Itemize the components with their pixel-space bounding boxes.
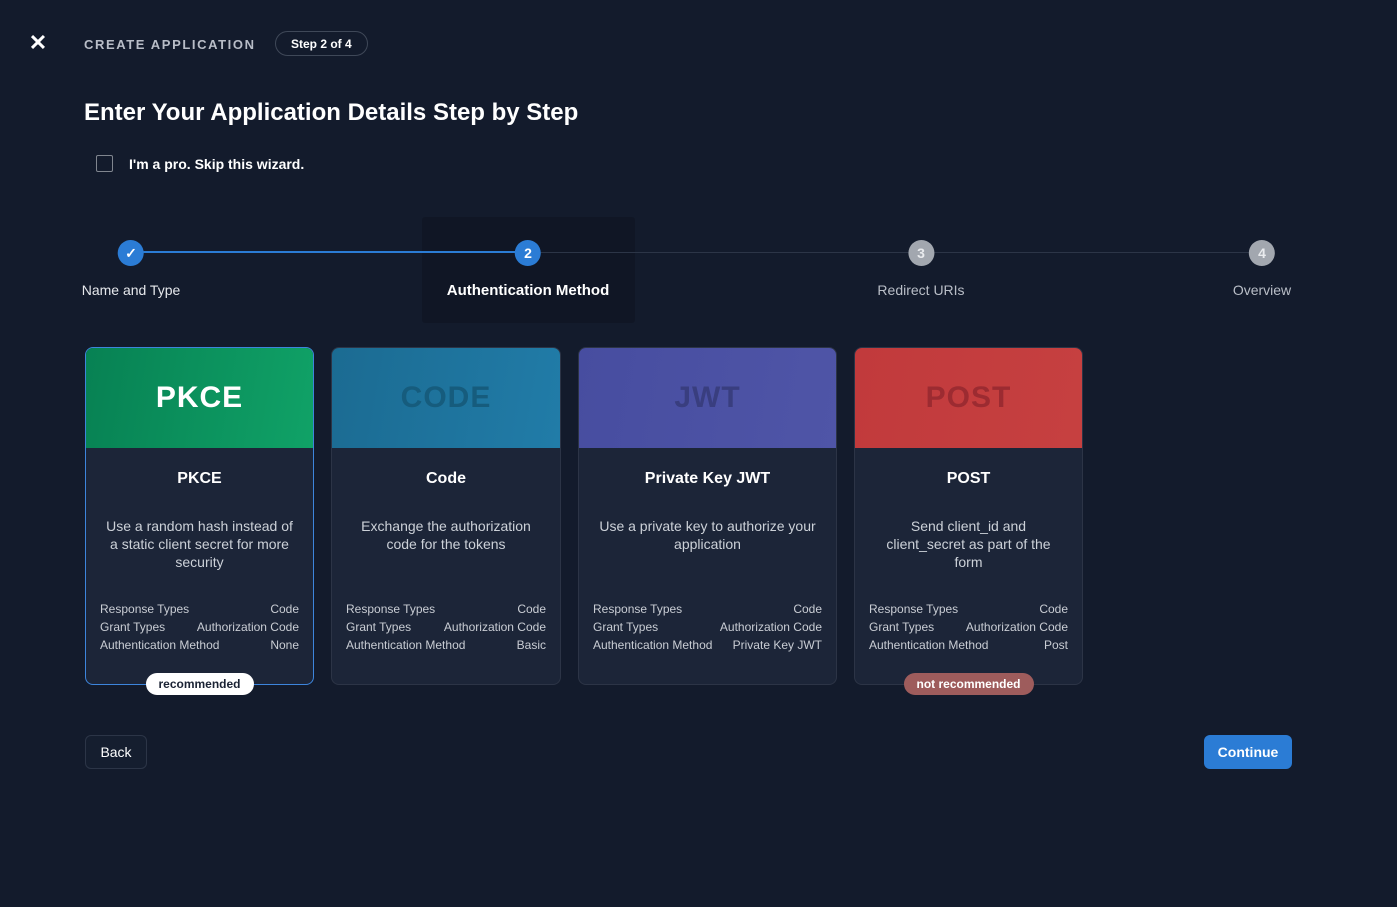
card-title: Code bbox=[346, 470, 546, 488]
card-title: POST bbox=[869, 470, 1068, 488]
card-details: Response Types Code Grant Types Authoriz… bbox=[100, 600, 299, 654]
detail-row: Authentication Method Basic bbox=[346, 636, 546, 654]
step-label: Overview bbox=[1233, 282, 1291, 298]
detail-value: Code bbox=[793, 600, 822, 618]
step-name-and-type[interactable]: ✓ Name and Type bbox=[82, 240, 181, 298]
auth-method-card-jwt[interactable]: JWT Private Key JWT Use a private key to… bbox=[578, 347, 837, 685]
step-number: 2 bbox=[515, 240, 541, 266]
detail-label: Grant Types bbox=[100, 618, 165, 636]
card-banner-label: CODE bbox=[401, 381, 492, 415]
detail-value: Basic bbox=[517, 636, 546, 654]
detail-label: Authentication Method bbox=[346, 636, 465, 654]
skip-wizard-checkbox[interactable] bbox=[96, 155, 113, 172]
card-body: Code Exchange the authorization code for… bbox=[332, 448, 560, 684]
card-details: Response Types Code Grant Types Authoriz… bbox=[869, 600, 1068, 654]
detail-label: Authentication Method bbox=[100, 636, 219, 654]
card-title: Private Key JWT bbox=[593, 470, 822, 488]
detail-value: None bbox=[270, 636, 299, 654]
detail-label: Response Types bbox=[593, 600, 682, 618]
step-label: Authentication Method bbox=[447, 282, 609, 299]
auth-method-card-pkce[interactable]: PKCE PKCE Use a random hash instead of a… bbox=[85, 347, 314, 685]
step-number: 3 bbox=[908, 240, 934, 266]
back-button[interactable]: Back bbox=[85, 735, 147, 769]
skip-wizard-label: I'm a pro. Skip this wizard. bbox=[129, 156, 304, 172]
card-description: Use a private key to authorize your appl… bbox=[593, 518, 822, 554]
detail-row: Grant Types Authorization Code bbox=[346, 618, 546, 636]
detail-value: Authorization Code bbox=[197, 618, 299, 636]
continue-button[interactable]: Continue bbox=[1204, 735, 1292, 769]
step-overview[interactable]: 4 Overview bbox=[1233, 240, 1291, 298]
detail-label: Authentication Method bbox=[593, 636, 712, 654]
detail-label: Response Types bbox=[100, 600, 189, 618]
detail-label: Grant Types bbox=[869, 618, 934, 636]
step-label: Redirect URIs bbox=[877, 282, 964, 298]
detail-value: Authorization Code bbox=[720, 618, 822, 636]
detail-value: Code bbox=[517, 600, 546, 618]
wizard-title: CREATE APPLICATION bbox=[84, 37, 256, 52]
card-description: Use a random hash instead of a static cl… bbox=[100, 518, 299, 572]
card-details: Response Types Code Grant Types Authoriz… bbox=[346, 600, 546, 654]
detail-row: Authentication Method Post bbox=[869, 636, 1068, 654]
card-description: Exchange the authorization code for the … bbox=[346, 518, 546, 554]
close-icon[interactable]: ✕ bbox=[25, 30, 51, 56]
card-details: Response Types Code Grant Types Authoriz… bbox=[593, 600, 822, 654]
card-body: PKCE Use a random hash instead of a stat… bbox=[86, 448, 313, 684]
detail-label: Response Types bbox=[869, 600, 958, 618]
card-banner-label: PKCE bbox=[156, 381, 243, 415]
detail-row: Authentication Method Private Key JWT bbox=[593, 636, 822, 654]
step-done-check-icon: ✓ bbox=[118, 240, 144, 266]
card-description: Send client_id and client_secret as part… bbox=[869, 518, 1068, 572]
detail-value: Authorization Code bbox=[444, 618, 546, 636]
detail-value: Authorization Code bbox=[966, 618, 1068, 636]
card-banner: PKCE bbox=[86, 348, 313, 448]
step-authentication-method[interactable]: 2 Authentication Method bbox=[447, 240, 609, 299]
skip-wizard-row[interactable]: I'm a pro. Skip this wizard. bbox=[96, 155, 304, 172]
step-label: Name and Type bbox=[82, 282, 181, 298]
detail-row: Grant Types Authorization Code bbox=[593, 618, 822, 636]
detail-row: Grant Types Authorization Code bbox=[869, 618, 1068, 636]
detail-row: Authentication Method None bbox=[100, 636, 299, 654]
detail-value: Code bbox=[270, 600, 299, 618]
detail-value: Post bbox=[1044, 636, 1068, 654]
detail-row: Response Types Code bbox=[346, 600, 546, 618]
card-body: POST Send client_id and client_secret as… bbox=[855, 448, 1082, 684]
detail-row: Response Types Code bbox=[869, 600, 1068, 618]
detail-label: Response Types bbox=[346, 600, 435, 618]
page-title: Enter Your Application Details Step by S… bbox=[84, 99, 578, 127]
detail-row: Response Types Code bbox=[100, 600, 299, 618]
detail-row: Response Types Code bbox=[593, 600, 822, 618]
step-number: 4 bbox=[1249, 240, 1275, 266]
auth-method-card-post[interactable]: POST POST Send client_id and client_secr… bbox=[854, 347, 1083, 685]
card-banner: JWT bbox=[579, 348, 836, 448]
detail-label: Grant Types bbox=[593, 618, 658, 636]
recommended-badge: recommended bbox=[145, 673, 253, 695]
auth-method-card-list: PKCE PKCE Use a random hash instead of a… bbox=[85, 347, 1083, 685]
detail-value: Private Key JWT bbox=[733, 636, 822, 654]
card-banner-label: JWT bbox=[674, 381, 740, 415]
not-recommended-badge: not recommended bbox=[903, 673, 1033, 695]
step-redirect-uris[interactable]: 3 Redirect URIs bbox=[877, 240, 964, 298]
detail-row: Grant Types Authorization Code bbox=[100, 618, 299, 636]
detail-label: Grant Types bbox=[346, 618, 411, 636]
card-title: PKCE bbox=[100, 470, 299, 488]
auth-method-card-code[interactable]: CODE Code Exchange the authorization cod… bbox=[331, 347, 561, 685]
card-banner-label: POST bbox=[926, 381, 1012, 415]
detail-label: Authentication Method bbox=[869, 636, 988, 654]
card-body: Private Key JWT Use a private key to aut… bbox=[579, 448, 836, 684]
card-banner: POST bbox=[855, 348, 1082, 448]
detail-value: Code bbox=[1039, 600, 1068, 618]
stepper-connector bbox=[933, 252, 1250, 253]
step-count-badge: Step 2 of 4 bbox=[275, 31, 368, 56]
card-banner: CODE bbox=[332, 348, 560, 448]
